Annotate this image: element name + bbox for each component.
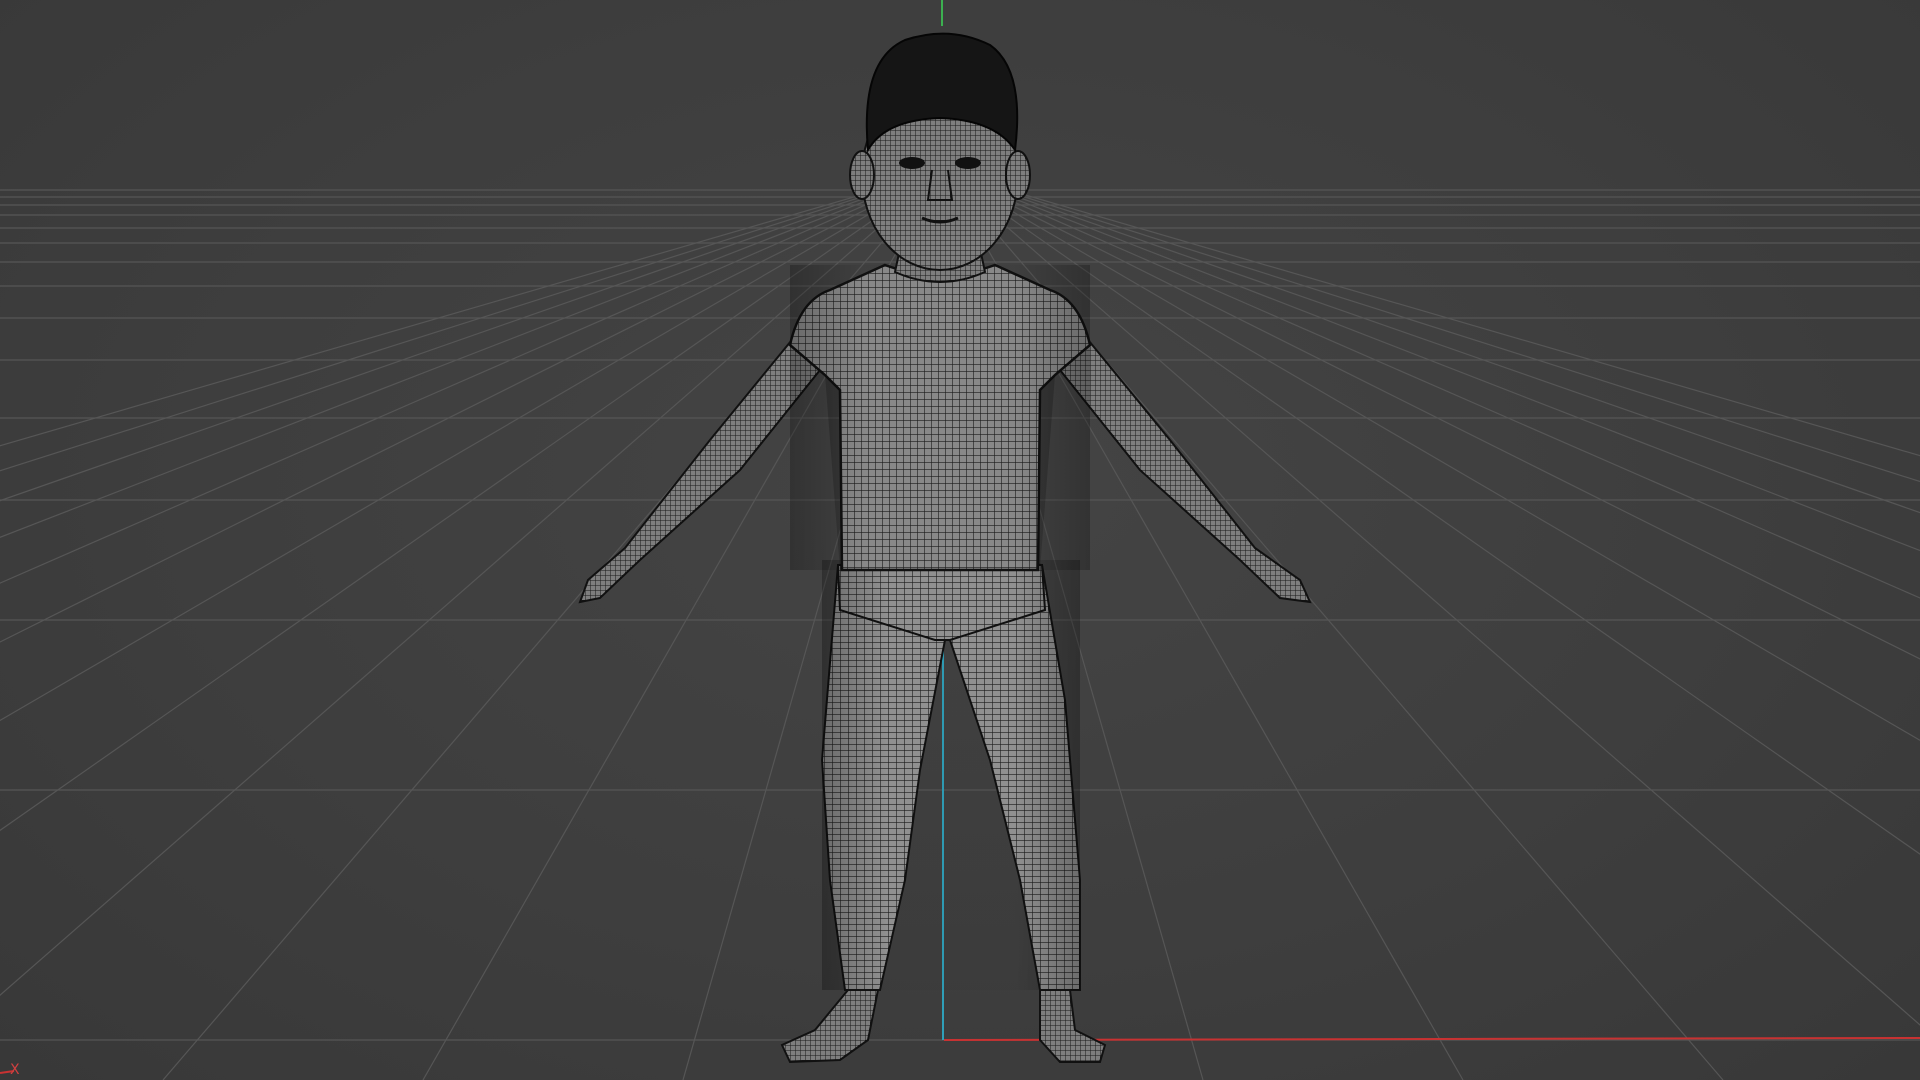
grid-line <box>0 184 908 538</box>
grid-line <box>0 184 904 502</box>
pants-mesh <box>820 558 1081 991</box>
grid-line <box>966 184 1920 741</box>
character-model[interactable] <box>578 32 1312 1064</box>
viewport-scene[interactable] <box>0 0 1920 1080</box>
grid-line <box>990 184 1920 457</box>
grid-line <box>978 184 1920 552</box>
shirt-mesh <box>788 263 1092 572</box>
grid-line <box>0 184 916 643</box>
grid-line <box>0 184 928 997</box>
x-axis-label: X <box>10 1062 20 1078</box>
right-eye <box>955 157 981 169</box>
grid-line <box>0 184 896 447</box>
left-eye <box>899 157 925 169</box>
3d-viewport[interactable]: X <box>0 0 1920 1080</box>
grid-line <box>0 184 920 722</box>
grid-line <box>974 184 1920 599</box>
grid-line <box>962 184 1920 855</box>
head-mesh <box>849 32 1031 271</box>
grid-line <box>0 184 924 832</box>
grid-line <box>0 184 900 472</box>
grid-line <box>0 184 912 584</box>
grid-line <box>958 184 1920 1026</box>
